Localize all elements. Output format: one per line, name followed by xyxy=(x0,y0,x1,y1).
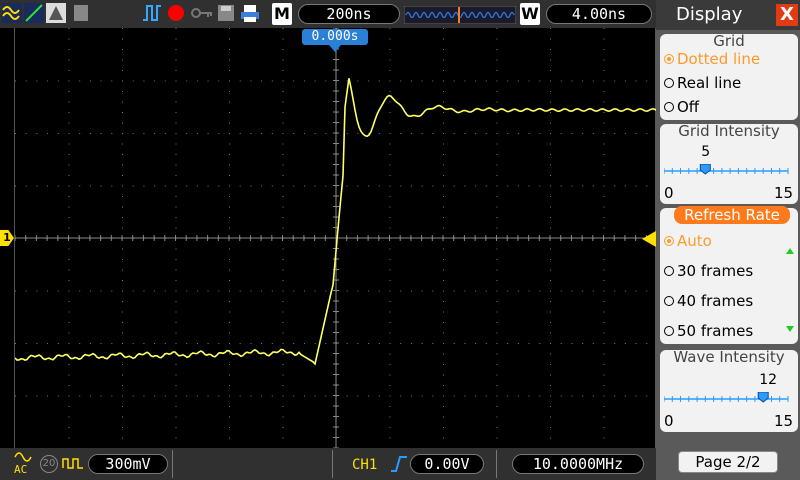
timebase-mode-indicator: M xyxy=(272,3,292,25)
grid-intensity-section[interactable]: Grid Intensity 5 0 15 xyxy=(660,122,798,204)
save-icon[interactable] xyxy=(216,3,236,23)
divider xyxy=(172,450,173,478)
volts-per-div[interactable]: 300mV xyxy=(88,454,168,474)
page-button[interactable]: Page 2/2 xyxy=(678,451,778,473)
print-icon[interactable] xyxy=(240,3,260,23)
top-status-bar: M 200ns W 4.00ns xyxy=(0,0,656,28)
refresh-option-auto[interactable]: Auto xyxy=(664,232,712,250)
grid-intensity-value: 5 xyxy=(701,144,711,160)
scroll-down-icon[interactable] xyxy=(786,326,794,332)
wave-intensity-section[interactable]: Wave Intensity 12 0 15 xyxy=(660,348,798,432)
trigger-mode-indicator: W xyxy=(520,3,540,25)
bandwidth-limit-badge: 20 xyxy=(40,455,58,473)
wave-intensity-slider[interactable] xyxy=(664,392,790,406)
trigger-position-arrow xyxy=(329,45,341,52)
refresh-option-50[interactable]: 50 frames xyxy=(664,322,753,340)
box-icon xyxy=(74,5,88,21)
display-menu-panel: Display X Grid Dotted line Real line Off… xyxy=(656,0,800,480)
grid-intensity-label: Grid Intensity xyxy=(678,122,780,140)
wave-intensity-min: 0 xyxy=(664,412,674,430)
memory-depth-bar xyxy=(404,6,516,24)
pulse-trigger-icon[interactable] xyxy=(142,3,162,23)
frequency-readout: 10.0000MHz xyxy=(512,454,644,474)
refresh-rate-label: Refresh Rate xyxy=(674,206,790,224)
refresh-option-40[interactable]: 40 frames xyxy=(664,292,753,310)
grid-intensity-max: 15 xyxy=(774,184,794,202)
wave-green-icon[interactable] xyxy=(24,3,44,23)
grid-option-off[interactable]: Off xyxy=(664,98,699,116)
radio-icon xyxy=(664,326,674,336)
record-icon[interactable] xyxy=(166,3,186,23)
trigger-level-marker[interactable] xyxy=(642,231,656,247)
persist-icon[interactable] xyxy=(46,3,66,23)
trigger-position-value[interactable]: 4.00ns xyxy=(546,4,652,24)
grid xyxy=(15,28,657,448)
radio-icon xyxy=(664,296,674,306)
trigger-channel-label: CH1 xyxy=(352,457,378,473)
radio-selected-icon xyxy=(664,236,674,246)
close-button[interactable]: X xyxy=(776,4,798,26)
bottom-status-bar: AC 20 300mV CH1 0.00V 10.0000MHz xyxy=(0,448,656,480)
grid-section: Grid Dotted line Real line Off xyxy=(660,32,798,120)
radio-icon xyxy=(664,78,674,88)
panel-title: Display xyxy=(676,4,743,25)
refresh-rate-section: Refresh Rate Auto 30 frames 40 frames 50… xyxy=(660,206,798,344)
scroll-up-icon[interactable] xyxy=(786,248,794,254)
trigger-level-value[interactable]: 0.00V xyxy=(410,454,484,474)
wave-yellow-icon[interactable] xyxy=(2,3,22,23)
slider-knob[interactable] xyxy=(757,392,769,403)
slider-knob[interactable] xyxy=(699,164,711,175)
grid-intensity-slider[interactable] xyxy=(664,164,790,178)
timebase-value[interactable]: 200ns xyxy=(298,4,400,24)
divider xyxy=(496,450,497,478)
rising-edge-icon[interactable] xyxy=(390,455,408,473)
channel1-level-marker[interactable]: 1 xyxy=(0,230,14,246)
wave-intensity-value: 12 xyxy=(759,372,778,388)
grid-option-dotted[interactable]: Dotted line xyxy=(664,50,760,68)
key-icon xyxy=(191,8,212,18)
waveform-screen[interactable] xyxy=(14,28,657,448)
panel-header: Display X xyxy=(656,0,800,30)
radio-icon xyxy=(664,266,674,276)
radio-selected-icon xyxy=(664,54,674,64)
time-offset-badge[interactable]: 0.000s xyxy=(302,29,368,45)
grid-section-label: Grid xyxy=(713,32,745,50)
grid-intensity-min: 0 xyxy=(664,184,674,202)
wave-intensity-label: Wave Intensity xyxy=(673,348,785,366)
coupling-label: AC xyxy=(14,463,28,476)
wave-intensity-max: 15 xyxy=(774,412,794,430)
refresh-option-30[interactable]: 30 frames xyxy=(664,262,753,280)
radio-icon xyxy=(664,102,674,112)
divider xyxy=(332,450,333,478)
grid-option-real[interactable]: Real line xyxy=(664,74,741,92)
invert-icon xyxy=(62,458,83,469)
